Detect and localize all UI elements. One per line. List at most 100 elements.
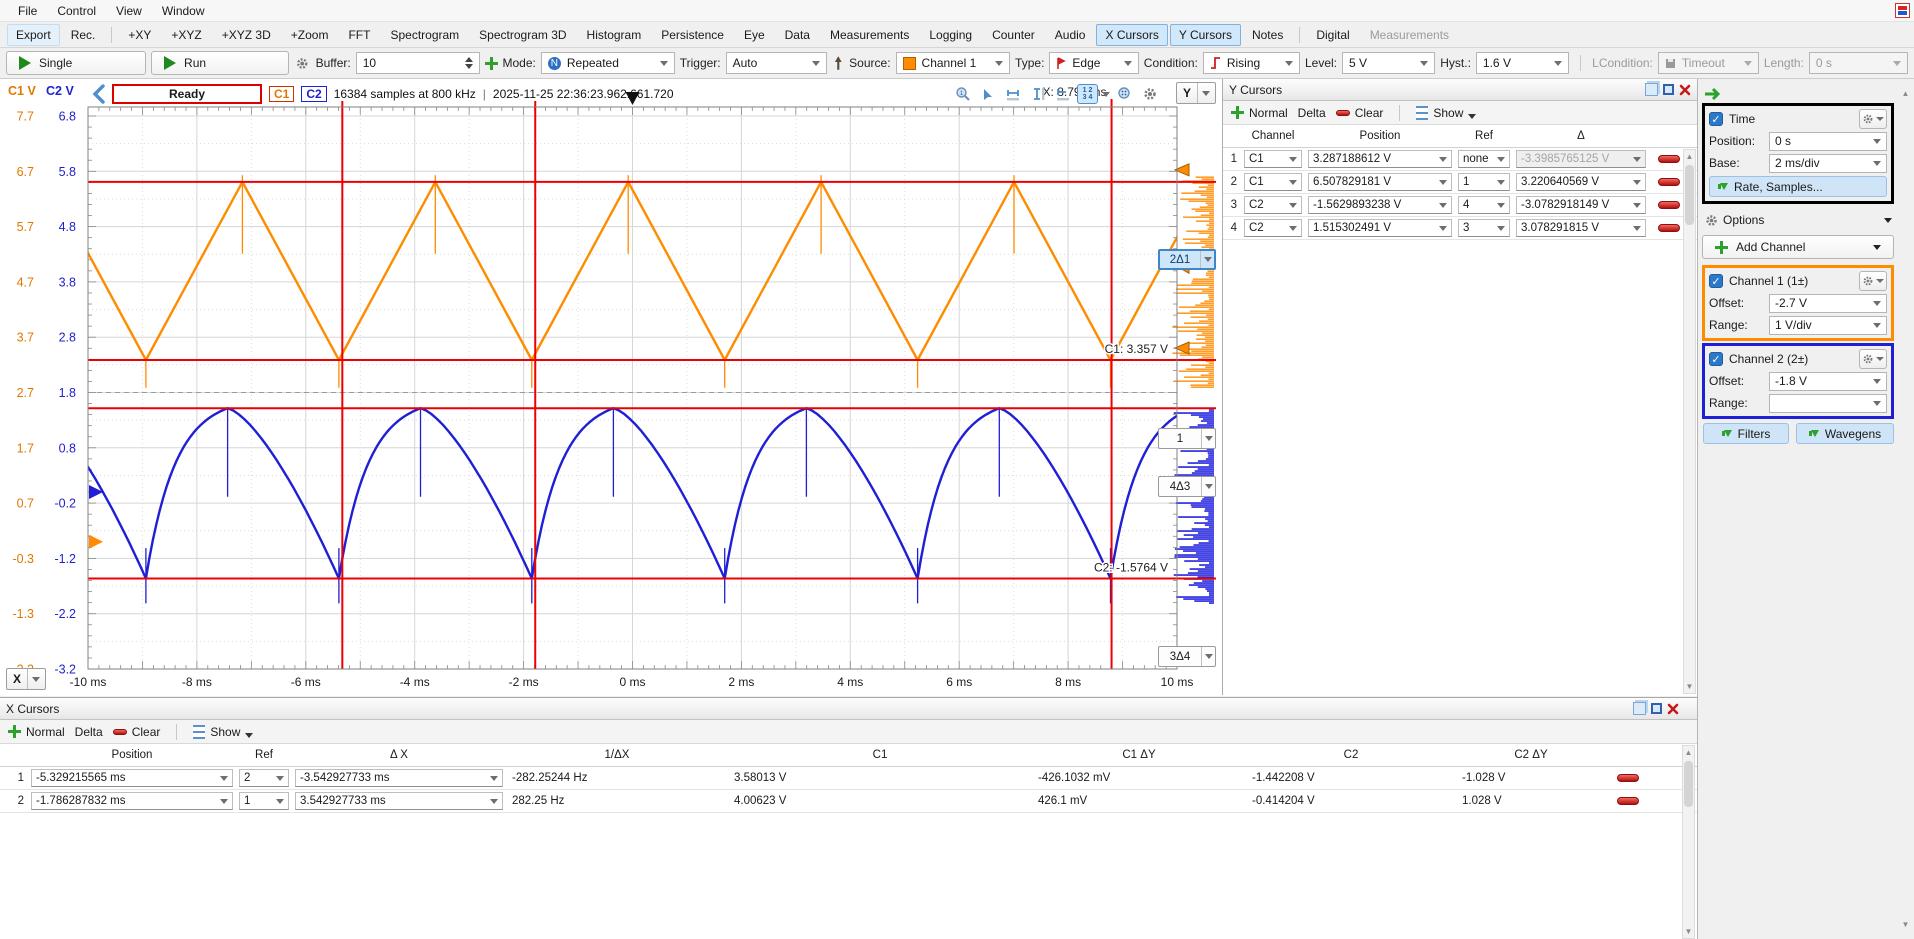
position-select[interactable]: -1.786287832 ms (31, 792, 233, 810)
chevron-down-icon[interactable] (1201, 647, 1215, 666)
mode-select[interactable]: N Repeated (541, 52, 675, 74)
channel2-range-select[interactable] (1769, 394, 1887, 413)
position-select[interactable]: 3.287188612 V (1308, 150, 1452, 168)
remove-cursor-button[interactable] (1658, 201, 1680, 209)
menu-view[interactable]: View (106, 2, 152, 20)
scope-app-icon[interactable] (1895, 3, 1910, 18)
tab-export[interactable]: Export (7, 24, 60, 46)
single-button[interactable]: Single (6, 51, 146, 75)
show-menu-button[interactable]: Show (193, 725, 253, 739)
ref-select[interactable]: 1 (1458, 173, 1510, 191)
zoom-reset-icon[interactable]: 1 (952, 84, 973, 104)
channel2-checkbox[interactable]: ✓ (1709, 352, 1723, 366)
channel2-chip[interactable]: C2 (301, 86, 326, 102)
expand-right-icon[interactable] (1703, 86, 1725, 102)
remove-cursor-button[interactable] (1617, 774, 1639, 782)
add-channel-button[interactable]: Add Channel (1702, 235, 1894, 259)
wavegens-button[interactable]: Wavegens (1796, 423, 1894, 444)
remove-cursor-button[interactable] (1617, 797, 1639, 805)
chevron-down-icon[interactable] (1200, 251, 1214, 268)
y-axis-mode-button[interactable]: Y (1176, 82, 1216, 104)
ref-select[interactable]: 3 (1458, 219, 1510, 237)
plot-settings-gear-icon[interactable] (1139, 84, 1160, 104)
y-cursor-button-2Δ1[interactable]: 2Δ1 (1158, 249, 1216, 270)
position-select[interactable]: -1.5629893238 V (1308, 196, 1452, 214)
channel1-gear-button[interactable] (1859, 271, 1887, 291)
channel1-range-select[interactable]: 1 V/div (1769, 316, 1887, 335)
tab-audio[interactable]: Audio (1046, 24, 1095, 46)
clear-cursors-button[interactable]: Clear (113, 725, 161, 739)
tab-fft[interactable]: FFT (339, 24, 379, 46)
y-cursor-button-4Δ3[interactable]: 4Δ3 (1158, 476, 1216, 497)
scroll-down-icon[interactable]: ▼ (1899, 918, 1912, 931)
pointer-tool-icon[interactable] (977, 84, 998, 104)
tab--zoom[interactable]: +Zoom (282, 24, 338, 46)
tab-notes[interactable]: Notes (1243, 24, 1292, 46)
channel-select[interactable]: C2 (1244, 219, 1302, 237)
scroll-up-icon[interactable]: ▲ (1899, 87, 1912, 100)
time-base-select[interactable]: 2 ms/div (1769, 154, 1887, 173)
buffer-spinner[interactable]: 10 (356, 52, 480, 74)
channel-select[interactable]: C2 (1244, 196, 1302, 214)
lcondition-select[interactable]: Timeout (1658, 52, 1759, 74)
tab-digital[interactable]: Digital (1307, 24, 1358, 46)
delta-x-select[interactable]: 3.542927733 ms (295, 792, 503, 810)
clear-cursors-button[interactable]: Clear (1336, 106, 1384, 120)
menu-window[interactable]: Window (152, 2, 215, 20)
remove-cursor-button[interactable] (1658, 178, 1680, 186)
channel2-gear-button[interactable] (1859, 349, 1887, 369)
position-select[interactable]: 1.515302491 V (1308, 219, 1452, 237)
level-select[interactable]: 5 V (1342, 52, 1435, 74)
channel-select[interactable]: C1 (1244, 173, 1302, 191)
condition-select[interactable]: Rising (1203, 52, 1300, 74)
channel1-chip[interactable]: C1 (269, 86, 294, 102)
options-button[interactable]: Options (1704, 209, 1892, 231)
remove-cursor-button[interactable] (1658, 155, 1680, 163)
channel-select[interactable]: C1 (1244, 150, 1302, 168)
channel1-checkbox[interactable]: ✓ (1709, 274, 1723, 288)
trigger-type-select[interactable]: Edge (1049, 52, 1138, 74)
tab-counter[interactable]: Counter (983, 24, 1044, 46)
channel1-offset-select[interactable]: -2.7 V (1769, 294, 1887, 313)
x-panel-scrollbar[interactable]: ▲ ▼ (1682, 745, 1695, 939)
position-select[interactable]: -5.329215565 ms (31, 769, 233, 787)
tab-rec-[interactable]: Rec. (62, 24, 105, 46)
tab-spectrogram-3d[interactable]: Spectrogram 3D (470, 24, 575, 46)
chevron-down-icon[interactable] (1201, 429, 1215, 448)
menu-file[interactable]: File (8, 2, 47, 20)
add-icon[interactable] (485, 57, 498, 70)
spinner-arrows-icon[interactable] (465, 57, 473, 69)
hysteresis-select[interactable]: 1.6 V (1476, 52, 1569, 74)
tab-x-cursors[interactable]: X Cursors (1096, 24, 1167, 46)
tab-y-cursors[interactable]: Y Cursors (1170, 24, 1241, 46)
tab--xy[interactable]: +XY (119, 24, 160, 46)
y-panel-scrollbar[interactable]: ▲ ▼ (1683, 149, 1696, 694)
tab-persistence[interactable]: Persistence (652, 24, 733, 46)
source-select[interactable]: Channel 1 (896, 52, 1011, 74)
y-cursor-button-1[interactable]: 1 (1158, 428, 1216, 449)
channel2-offset-select[interactable]: -1.8 V (1769, 372, 1887, 391)
show-menu-button[interactable]: Show (1416, 106, 1476, 120)
length-select[interactable]: 0 s (1809, 52, 1908, 74)
trigger-select[interactable]: Auto (726, 52, 827, 74)
delta-value[interactable]: 3.220640569 V (1516, 173, 1646, 191)
x-cursors-title-bar[interactable]: X Cursors (0, 698, 1697, 720)
tab--xyz[interactable]: +XYZ (162, 24, 210, 46)
ref-select[interactable]: 2 (239, 769, 289, 787)
tab-data[interactable]: Data (776, 24, 819, 46)
close-icon[interactable] (1667, 703, 1679, 715)
time-checkbox[interactable]: ✓ (1709, 112, 1723, 126)
tab-eye[interactable]: Eye (735, 24, 774, 46)
delta-x-select[interactable]: -3.542927733 ms (295, 769, 503, 787)
oscilloscope-plot[interactable]: C1 VC2 V7.76.75.74.73.72.71.70.7-0.3-1.3… (0, 79, 1220, 696)
undock-icon[interactable] (1633, 702, 1646, 715)
ref-select[interactable]: 1 (239, 792, 289, 810)
chevron-down-icon[interactable] (1102, 92, 1110, 97)
chevron-down-icon[interactable] (1201, 477, 1215, 496)
tab-measurements[interactable]: Measurements (821, 24, 918, 46)
corner-ruler-icon[interactable] (1052, 84, 1073, 104)
collapse-left-icon[interactable] (92, 84, 105, 104)
y-cursor-button-3Δ4[interactable]: 3Δ4 (1158, 646, 1216, 667)
menu-control[interactable]: Control (47, 2, 106, 20)
run-button[interactable]: Run (151, 51, 289, 75)
